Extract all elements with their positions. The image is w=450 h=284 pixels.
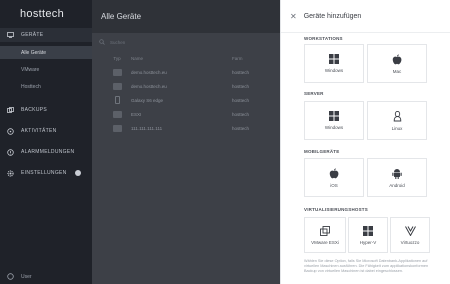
sidebar: hosttech GERÄTE Alle Geräte VMware Hostt… [0,0,92,284]
server-icon [112,124,122,132]
vmware-icon [320,225,330,236]
user-icon [4,273,16,280]
section-title-workstations: WORKSTATIONS [304,36,343,41]
sidebar-subitem-hosttech[interactable]: Hosttech [0,80,92,93]
activity-icon [4,127,16,135]
sidebar-item-einstellungen[interactable]: EINSTELLUNGEN [0,166,92,180]
tile-server-linux[interactable]: Linux [367,101,427,140]
user-menu[interactable]: User [4,273,32,280]
tile-mobile-android[interactable]: Android [367,158,427,197]
table-row[interactable]: demo.hosttech.eu hosttech [92,65,280,79]
sidebar-item-alarmmeldungen[interactable]: ALARMMELDUNGEN [0,145,92,159]
server-icon [112,68,122,76]
section-title-mobilgeraete: MOBILGERÄTE [304,149,340,154]
tile-mobile-ios[interactable]: iOS [304,158,364,197]
add-devices-panel: ✕ Geräte hinzufügen WORKSTATIONS Windows… [280,0,450,284]
phone-icon [114,96,120,104]
sidebar-subitem-alle-geraete[interactable]: Alle Geräte [0,46,92,59]
section-title-virtualisierungshosts: VIRTUALISIERUNGSHOSTS [304,207,368,212]
device-name: ESXI [131,111,142,117]
apple-icon [392,53,402,64]
column-header-farm[interactable]: Farm [232,56,272,61]
sidebar-item-geraete[interactable]: GERÄTE [0,28,92,42]
tile-label: Windows [324,125,344,130]
sidebar-item-label: BACKUPS [21,107,47,113]
tile-workstation-windows[interactable]: Windows [304,44,364,83]
windows-icon [329,111,339,121]
panel-header: ✕ Geräte hinzufügen [281,0,450,33]
tile-workstation-mac[interactable]: Mac [367,44,427,83]
tile-host-virtuozzo[interactable]: Virtuozzo [390,217,430,253]
table-row[interactable]: Galaxy S6 edge hosttech [92,93,280,107]
gear-icon [4,169,16,177]
column-header-name[interactable]: Name [131,56,232,61]
monitor-icon [4,32,16,38]
sidebar-item-label: GERÄTE [21,32,44,38]
device-farm: hosttech [232,83,250,89]
search-bar[interactable]: Suchen [92,33,280,51]
tile-label: Linux [391,125,403,131]
device-name: Galaxy S6 edge [131,97,164,103]
apple-icon [329,167,339,178]
sidebar-item-label: ALARMMELDUNGEN [21,149,75,155]
table-row[interactable]: 111.111.111.111 hosttech [92,121,280,135]
sidebar-item-aktivitaeten[interactable]: AKTIVITÄTEN [0,124,92,138]
server-icon [112,82,122,90]
user-label: User [21,273,32,280]
hypervisor-icon [112,110,122,118]
tile-label: Windows [324,68,344,73]
column-header-typ[interactable]: Typ [103,56,131,61]
table-row[interactable]: demo.hosttech.eu hosttech [92,79,280,93]
tile-label: VMware ESXi [311,239,339,245]
sidebar-subitem-vmware[interactable]: VMware [0,63,92,76]
alert-icon [4,148,16,156]
device-name: 111.111.111.111 [131,125,163,131]
device-farm: hosttech [232,125,250,131]
search-input[interactable]: Suchen [110,40,125,45]
page-title: Alle Geräte [92,0,280,33]
linux-icon [393,110,401,121]
sidebar-item-label: EINSTELLUNGEN [21,170,67,176]
backup-icon [4,106,16,114]
notification-badge [74,170,81,176]
device-list-area: Alle Geräte Suchen Typ Name Farm demo.ho… [92,0,280,284]
sidebar-item-label: AKTIVITÄTEN [21,128,57,134]
app-logo: hosttech [20,8,64,20]
windows-icon [329,54,339,64]
section-title-server: SERVER [304,91,324,96]
tile-host-hyper-v[interactable]: Hyper-V [348,217,388,253]
device-farm: hosttech [232,69,250,75]
android-icon [392,168,402,179]
tile-label: Virtuozzo [400,239,420,245]
device-name: demo.hosttech.eu [131,69,167,75]
windows-icon [363,225,373,236]
search-icon [99,38,105,46]
tile-server-windows[interactable]: Windows [304,101,364,140]
device-name: demo.hosttech.eu [131,83,167,89]
tile-label: iOS [330,182,338,188]
close-icon[interactable]: ✕ [290,12,297,21]
info-note: Wählen Sie diese Option, falls Sie Micro… [304,259,429,273]
tile-label: Android [389,182,405,188]
device-farm: hosttech [232,97,250,103]
virtuozzo-icon [404,225,416,236]
tile-label: Hyper-V [359,239,377,245]
sidebar-item-backups[interactable]: BACKUPS [0,103,92,117]
table-row[interactable]: ESXI hosttech [92,107,280,121]
panel-title: Geräte hinzufügen [303,12,362,20]
tile-host-vmware-esxi[interactable]: VMware ESXi [304,217,346,253]
tile-label: Mac [392,68,402,74]
device-farm: hosttech [232,111,250,117]
table-header: Typ Name Farm [92,51,280,65]
